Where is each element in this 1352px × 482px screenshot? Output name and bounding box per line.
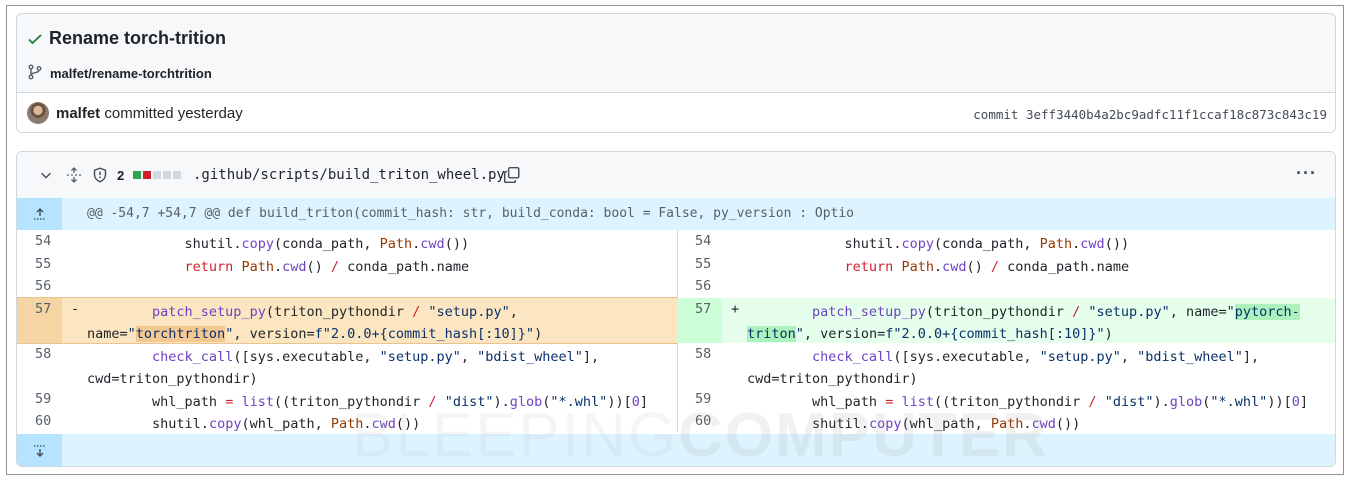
line-number[interactable]: 57 — [695, 301, 725, 317]
line-number[interactable]: 56 — [35, 278, 65, 294]
commit-meta: malfet committed yesterday commit 3eff34… — [17, 92, 1335, 132]
diff-line: 60 shutil.copy(whl_path, Path.cwd()) — [17, 410, 677, 433]
diff-line: 55 return Path.cwd() / conda_path.name — [677, 253, 1335, 276]
file-header: 2 .github/scripts/build_triton_wheel.py … — [17, 152, 1335, 199]
diffstat-block-neutral — [153, 171, 161, 179]
diff-line: 56 — [677, 275, 1335, 298]
code-line: patch_setup_py(triton_pythondir / "setup… — [747, 303, 1300, 342]
diffstat-block-added — [133, 171, 141, 179]
diff-right-pane: 54 shutil.copy(conda_path, Path.cwd()) 5… — [677, 230, 1335, 433]
diff-sign: + — [731, 300, 740, 317]
expand-up-icon[interactable] — [17, 198, 62, 230]
author-name[interactable]: malfet — [56, 105, 100, 122]
expand-down-icon[interactable] — [17, 434, 62, 466]
commit-title-row: Rename torch-trition — [27, 28, 226, 49]
git-branch-icon — [27, 64, 43, 83]
line-number[interactable]: 58 — [35, 346, 65, 362]
branch-row: malfet/rename-torchtrition — [27, 64, 212, 83]
hunk-header-text: @@ -54,7 +54,7 @@ def build_triton(commi… — [87, 206, 855, 221]
check-icon — [27, 31, 43, 47]
hunk-header: @@ -54,7 +54,7 @@ def build_triton(commi… — [17, 198, 1335, 230]
file-path[interactable]: .github/scripts/build_triton_wheel.py — [193, 167, 505, 183]
line-number[interactable]: 60 — [695, 413, 725, 429]
line-number[interactable]: 55 — [695, 256, 725, 272]
commit-time: committed yesterday — [104, 105, 243, 122]
shield-icon[interactable] — [92, 167, 108, 183]
commit-header: Rename torch-trition malfet/rename-torch… — [16, 13, 1336, 133]
hunk-footer — [17, 434, 1335, 466]
line-number[interactable]: 54 — [695, 233, 725, 249]
diff-line: 55 return Path.cwd() / conda_path.name — [17, 253, 677, 276]
diff-line: 58 check_call([sys.executable, "setup.py… — [677, 343, 1335, 388]
line-number[interactable]: 54 — [35, 233, 65, 249]
commit-hash[interactable]: commit 3eff3440b4a2bc9adfc11f1ccaf18c873… — [973, 107, 1327, 122]
diffstat-block-neutral — [173, 171, 181, 179]
code-line: shutil.copy(whl_path, Path.cwd()) — [747, 416, 1081, 433]
diff-line: 54 shutil.copy(conda_path, Path.cwd()) — [677, 230, 1335, 253]
diff-line-added: 57 + patch_setup_py(triton_pythondir / "s… — [677, 297, 1335, 343]
diff-change-count: 2 — [117, 167, 125, 183]
avatar[interactable] — [27, 102, 49, 124]
diff-sign: - — [71, 300, 80, 317]
copy-icon[interactable] — [503, 166, 521, 184]
chevron-down-icon[interactable] — [39, 168, 53, 182]
file-diff: 2 .github/scripts/build_triton_wheel.py … — [16, 151, 1336, 467]
line-number[interactable]: 60 — [35, 413, 65, 429]
line-number[interactable]: 58 — [695, 346, 725, 362]
line-number[interactable]: 55 — [35, 256, 65, 272]
kebab-menu-icon[interactable]: ··· — [1296, 163, 1317, 184]
diff-line: 60 shutil.copy(whl_path, Path.cwd()) — [677, 410, 1335, 433]
author-line: malfet committed yesterday — [56, 105, 243, 122]
line-number[interactable]: 57 — [35, 301, 65, 317]
code-text: shutil.copy(conda_path, Path.cwd()) — [87, 236, 470, 252]
screenshot-frame: Rename torch-trition malfet/rename-torch… — [6, 5, 1344, 475]
diff-line: 58 check_call([sys.executable, "setup.py… — [17, 343, 677, 388]
line-number[interactable]: 59 — [695, 391, 725, 407]
diff-line-deleted: 57- patch_setup_py(triton_pythondir / "s… — [17, 296, 678, 344]
diff-line: 56 — [17, 275, 677, 298]
code-line: shutil.copy(whl_path, Path.cwd()) — [87, 416, 421, 433]
line-number[interactable]: 56 — [695, 278, 725, 294]
code-line: patch_setup_py(triton_pythondir / "setup… — [87, 303, 543, 342]
line-number[interactable]: 59 — [35, 391, 65, 407]
diff-line: 59 whl_path = list((triton_pythondir / "… — [677, 388, 1335, 411]
diff-line: 54 shutil.copy(conda_path, Path.cwd()) — [17, 230, 677, 253]
diff-line: 59 whl_path = list((triton_pythondir / "… — [17, 388, 677, 411]
diffstat-bar — [133, 171, 181, 179]
code-line: check_call([sys.executable, "setup.py", … — [747, 348, 1260, 387]
diff-left-pane: 54 shutil.copy(conda_path, Path.cwd()) 5… — [17, 230, 678, 433]
highlighted-change: torchtriton — [135, 325, 226, 342]
expand-all-icon[interactable] — [66, 167, 82, 183]
diffstat-block-neutral — [163, 171, 171, 179]
branch-name[interactable]: malfet/rename-torchtrition — [50, 66, 212, 81]
code-line: check_call([sys.executable, "setup.py", … — [87, 348, 600, 387]
diffstat-block-removed — [143, 171, 151, 179]
commit-title[interactable]: Rename torch-trition — [49, 28, 226, 49]
